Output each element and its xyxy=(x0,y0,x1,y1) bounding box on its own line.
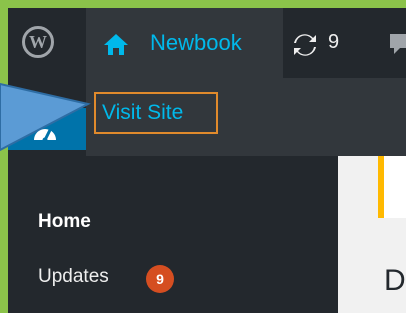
comment-icon[interactable] xyxy=(390,34,406,54)
updates-badge: 9 xyxy=(146,265,174,293)
content-notice-card xyxy=(378,156,406,218)
sidebar-item-home[interactable]: Home xyxy=(38,211,91,233)
callout-arrow xyxy=(0,82,91,152)
sidebar-extension xyxy=(86,156,338,313)
content-heading: D xyxy=(384,264,406,297)
site-name-link[interactable]: Newbook xyxy=(150,30,242,56)
updates-count[interactable]: 9 xyxy=(328,31,339,54)
sidebar-item-updates[interactable]: Updates xyxy=(38,266,109,288)
updates-icon[interactable] xyxy=(292,33,318,57)
